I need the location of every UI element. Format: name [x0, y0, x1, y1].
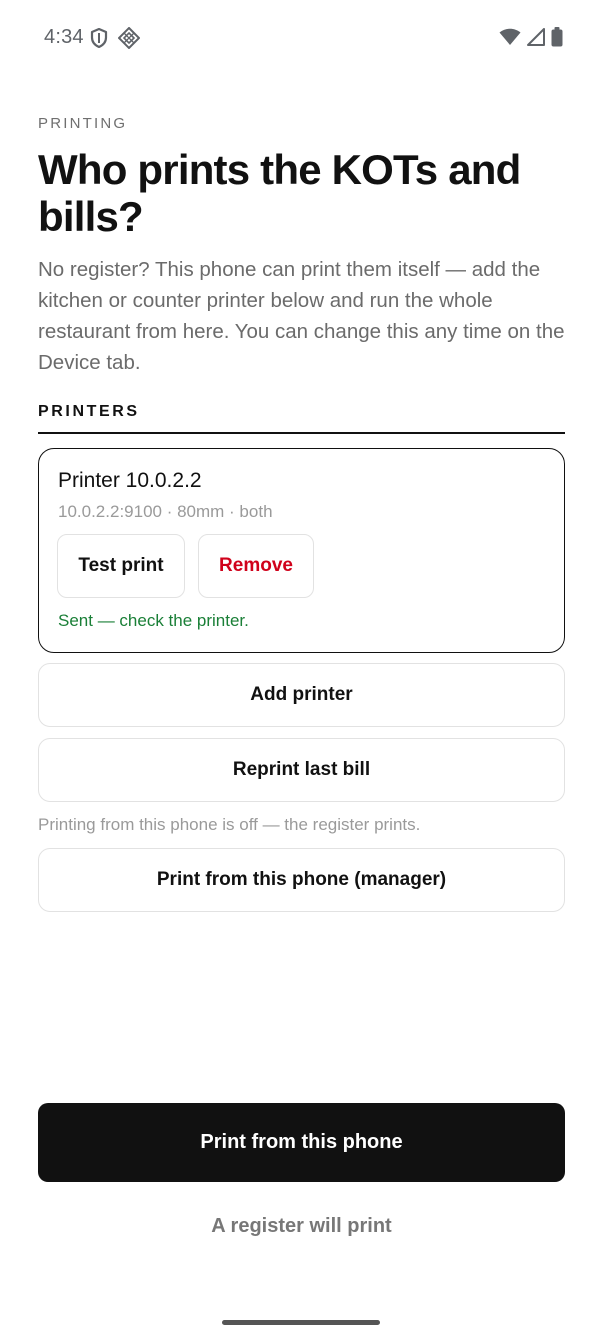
printing-setup-screen: 4:34 PRINTING Who prints the KOTs and bi…	[0, 0, 603, 1340]
status-time: 4:34	[44, 26, 84, 48]
status-right-icons	[499, 27, 563, 52]
print-from-phone-manager-button[interactable]: Print from this phone (manager)	[38, 848, 565, 912]
status-bar: 4:34	[0, 0, 603, 76]
page-description: No register? This phone can print them i…	[38, 258, 565, 374]
status-left-icons	[90, 26, 141, 54]
diamond-grid-icon	[117, 26, 141, 54]
printer-card: Printer 10.0.2.2 10.0.2.2:9100 · 80mm · …	[38, 448, 565, 653]
printer-details: 10.0.2.2:9100 · 80mm · both	[58, 502, 273, 521]
remove-printer-button[interactable]: Remove	[198, 534, 314, 598]
section-divider	[38, 432, 565, 434]
home-indicator[interactable]	[222, 1320, 380, 1325]
page-title: Who prints the KOTs and bills?	[38, 146, 521, 240]
phone-printing-note: Printing from this phone is off — the re…	[38, 815, 421, 834]
print-from-this-phone-button[interactable]: Print from this phone	[38, 1103, 565, 1182]
test-print-button[interactable]: Test print	[57, 534, 185, 598]
shield-icon	[90, 27, 108, 53]
section-eyebrow: PRINTING	[38, 115, 128, 132]
wifi-icon	[499, 28, 521, 51]
battery-icon	[551, 27, 563, 52]
signal-icon	[527, 28, 545, 51]
printers-section-label: PRINTERS	[38, 403, 140, 420]
print-status-message: Sent — check the printer.	[58, 611, 249, 630]
add-printer-button[interactable]: Add printer	[38, 663, 565, 727]
register-will-print-link[interactable]: A register will print	[38, 1215, 565, 1238]
reprint-last-bill-button[interactable]: Reprint last bill	[38, 738, 565, 802]
printer-name: Printer 10.0.2.2	[58, 469, 202, 492]
